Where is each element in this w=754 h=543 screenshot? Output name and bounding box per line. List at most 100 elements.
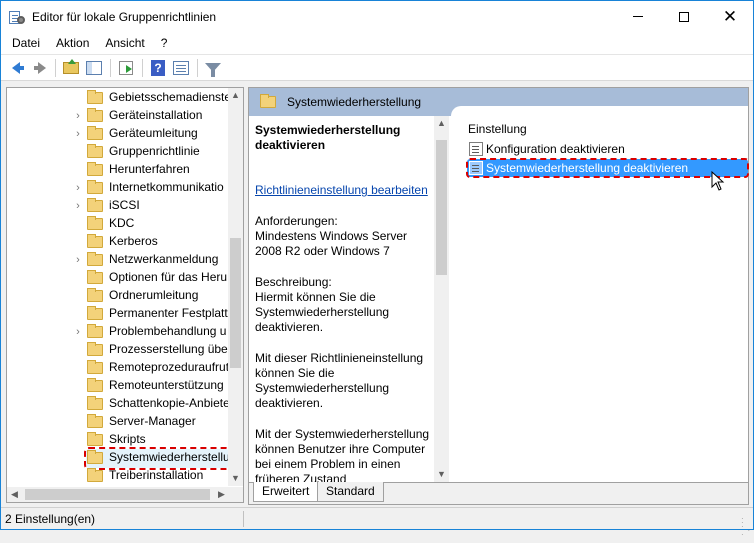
- up-one-level-button[interactable]: [60, 57, 82, 79]
- resize-grip-icon[interactable]: · · · · · ·: [741, 515, 754, 543]
- tree-item[interactable]: Kerberos: [7, 233, 229, 251]
- back-button[interactable]: [5, 57, 27, 79]
- menu-help[interactable]: ?: [153, 36, 176, 50]
- tab-standard[interactable]: Standard: [317, 482, 384, 502]
- expand-chevron-icon[interactable]: ›: [73, 179, 83, 197]
- status-bar: 2 Einstellung(en) · · · · · ·: [1, 507, 754, 543]
- properties-button[interactable]: [170, 57, 192, 79]
- setting-label: Konfiguration deaktivieren: [486, 142, 625, 156]
- scroll-down-icon[interactable]: ▼: [231, 474, 240, 483]
- tree-hscroll-thumb[interactable]: [25, 489, 210, 500]
- tree-item-label: Herunterfahren: [109, 162, 190, 176]
- settings-column-header[interactable]: Einstellung: [468, 122, 527, 136]
- expand-chevron-icon[interactable]: ›: [73, 251, 83, 269]
- maximize-button[interactable]: [661, 1, 707, 32]
- tree-item[interactable]: Permanenter Festplatt: [7, 305, 229, 323]
- setting-row[interactable]: Konfiguration deaktivieren: [467, 140, 748, 158]
- tree-item[interactable]: › Netzwerkanmeldung: [7, 251, 229, 269]
- tree-item[interactable]: › Internetkommunikatio: [7, 179, 229, 197]
- folder-icon: [87, 324, 103, 338]
- tree-item[interactable]: › iSCSI: [7, 197, 229, 215]
- tree-item[interactable]: › Problembehandlung u: [7, 323, 229, 341]
- group-policy-app-icon: [9, 10, 25, 24]
- filter-icon: [205, 63, 221, 77]
- mouse-cursor-icon: [711, 171, 725, 191]
- expand-chevron-icon[interactable]: ›: [73, 107, 83, 125]
- expand-chevron-icon[interactable]: ›: [73, 323, 83, 341]
- description-scroll-thumb[interactable]: [436, 140, 447, 275]
- description-vertical-scrollbar[interactable]: ▲ ▼: [434, 116, 449, 482]
- scroll-up-icon[interactable]: ▲: [437, 119, 446, 128]
- description-label: Beschreibung:: [255, 275, 332, 289]
- tree-item[interactable]: Skripts: [7, 431, 229, 449]
- tree-pane[interactable]: Gebietsschemadienste › Geräteinstallation ›…: [6, 87, 244, 503]
- menu-aktion[interactable]: Aktion: [48, 36, 97, 50]
- scroll-up-icon[interactable]: ▲: [231, 91, 240, 100]
- minimize-button[interactable]: [615, 1, 661, 32]
- folder-icon: [87, 378, 103, 392]
- tree-horizontal-scrollbar[interactable]: ◀ ▶: [7, 487, 229, 502]
- tree-item-selected[interactable]: Systemwiederherstellu: [7, 447, 231, 470]
- menu-ansicht[interactable]: Ansicht: [97, 36, 152, 50]
- close-button[interactable]: ✕: [707, 1, 753, 32]
- tree-item[interactable]: Schattenkopie-Anbiete: [7, 395, 230, 413]
- menu-datei[interactable]: Datei: [4, 36, 48, 50]
- description-text: Hiermit können Sie die Systemwiederherst…: [255, 290, 390, 334]
- tree-item-label: Systemwiederherstellu: [109, 450, 230, 464]
- menu-bar: Datei Aktion Ansicht ?: [1, 32, 753, 54]
- policy-setting-icon: [469, 142, 483, 156]
- toolbar-separator: [55, 58, 56, 77]
- tree-item[interactable]: Herunterfahren: [7, 161, 229, 179]
- tree-item-label: Internetkommunikatio: [109, 180, 224, 194]
- tree-item[interactable]: › Geräteinstallation: [7, 107, 229, 125]
- details-header-title: Systemwiederherstellung: [287, 95, 422, 109]
- scroll-right-icon[interactable]: ▶: [217, 490, 226, 499]
- expand-chevron-icon[interactable]: ›: [73, 197, 83, 215]
- tree-vertical-scrollbar[interactable]: ▲ ▼: [228, 88, 243, 486]
- folder-icon: [87, 306, 103, 320]
- tree-item[interactable]: Prozesserstellung über: [7, 341, 232, 359]
- folder-icon: [87, 90, 103, 104]
- tree-item[interactable]: Optionen für das Heru: [7, 269, 229, 287]
- tree-item-label: Kerberos: [109, 234, 158, 248]
- scroll-left-icon[interactable]: ◀: [10, 490, 19, 499]
- folder-icon: [87, 342, 103, 356]
- folder-icon: [87, 396, 103, 410]
- tree-item[interactable]: Remoteunterstützung: [7, 377, 229, 395]
- tree-item-label: Prozesserstellung über: [109, 342, 232, 356]
- tree-item[interactable]: Remoteprozeduraufrut: [7, 359, 229, 377]
- filter-button[interactable]: [202, 57, 224, 79]
- show-hide-tree-button[interactable]: [83, 57, 105, 79]
- tree-item[interactable]: Server-Manager: [7, 413, 229, 431]
- tree-item-label: Problembehandlung u: [109, 324, 227, 338]
- edit-policy-link[interactable]: Richtlinieneinstellung bearbeiten: [255, 183, 435, 198]
- scroll-down-icon[interactable]: ▼: [437, 470, 446, 479]
- toolbar: ?: [1, 54, 753, 81]
- export-list-button[interactable]: [115, 57, 137, 79]
- folder-icon: [87, 432, 103, 446]
- tree-item[interactable]: Treiberinstallation: [7, 467, 229, 485]
- tree-item[interactable]: Ordnerumleitung: [7, 287, 229, 305]
- tree-item-label: Schattenkopie-Anbiete: [109, 396, 230, 410]
- tree-item[interactable]: Gruppenrichtlinie: [7, 143, 229, 161]
- tree-item-label: Geräteinstallation: [109, 108, 203, 122]
- folder-icon: [87, 360, 103, 374]
- forward-button[interactable]: [28, 57, 50, 79]
- expand-chevron-icon[interactable]: ›: [73, 125, 83, 143]
- folder-icon: [87, 468, 103, 482]
- app-window: Editor für lokale Gruppenrichtlinien ✕ D…: [0, 0, 754, 543]
- tree-item-label: Server-Manager: [109, 414, 196, 428]
- folder-icon: [87, 288, 103, 302]
- tree-item[interactable]: KDC: [7, 215, 229, 233]
- tree-scroll-thumb[interactable]: [230, 238, 241, 368]
- tab-erweitert[interactable]: Erweitert: [253, 482, 319, 502]
- title-bar[interactable]: Editor für lokale Gruppenrichtlinien ✕: [1, 1, 753, 32]
- tree-item-label: Netzwerkanmeldung: [109, 252, 219, 266]
- folder-icon: [87, 144, 103, 158]
- tree-item-label: Gebietsschemadienste: [109, 90, 232, 104]
- help-button[interactable]: ?: [147, 57, 169, 79]
- tree-item[interactable]: › Geräteumleitung: [7, 125, 229, 143]
- setting-row-selected[interactable]: Systemwiederherstellung deaktivieren: [466, 158, 749, 178]
- folder-icon: [87, 180, 103, 194]
- tree-item[interactable]: Gebietsschemadienste: [7, 89, 232, 107]
